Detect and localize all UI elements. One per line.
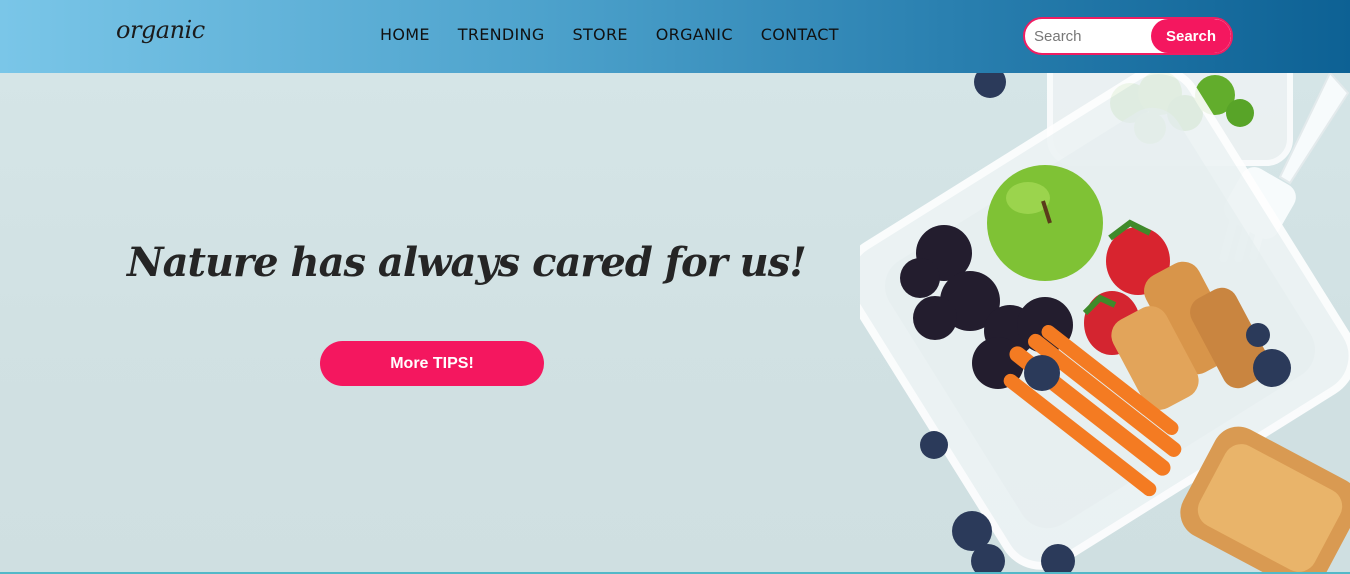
hero-section: Nature has always cared for us! More TIP…	[0, 73, 1350, 574]
nav-link-trending[interactable]: TRENDING	[458, 25, 545, 44]
hero-headline: Nature has always cared for us!	[127, 239, 807, 286]
search-form: Search	[1023, 17, 1233, 55]
nav-link-store[interactable]: STORE	[573, 25, 628, 44]
search-button[interactable]: Search	[1151, 19, 1231, 53]
top-navbar: organic HOME TRENDING STORE ORGANIC CONT…	[0, 0, 1350, 73]
lunchbox-image	[860, 73, 1350, 574]
search-input[interactable]	[1025, 19, 1153, 53]
green-apple	[987, 165, 1103, 281]
nav-link-contact[interactable]: CONTACT	[761, 25, 839, 44]
main-nav: HOME TRENDING STORE ORGANIC CONTACT	[380, 25, 839, 44]
nav-link-home[interactable]: HOME	[380, 25, 430, 44]
brand-logo[interactable]: organic	[116, 16, 205, 44]
more-tips-button[interactable]: More TIPS!	[320, 341, 544, 386]
nav-link-organic[interactable]: ORGANIC	[656, 25, 733, 44]
